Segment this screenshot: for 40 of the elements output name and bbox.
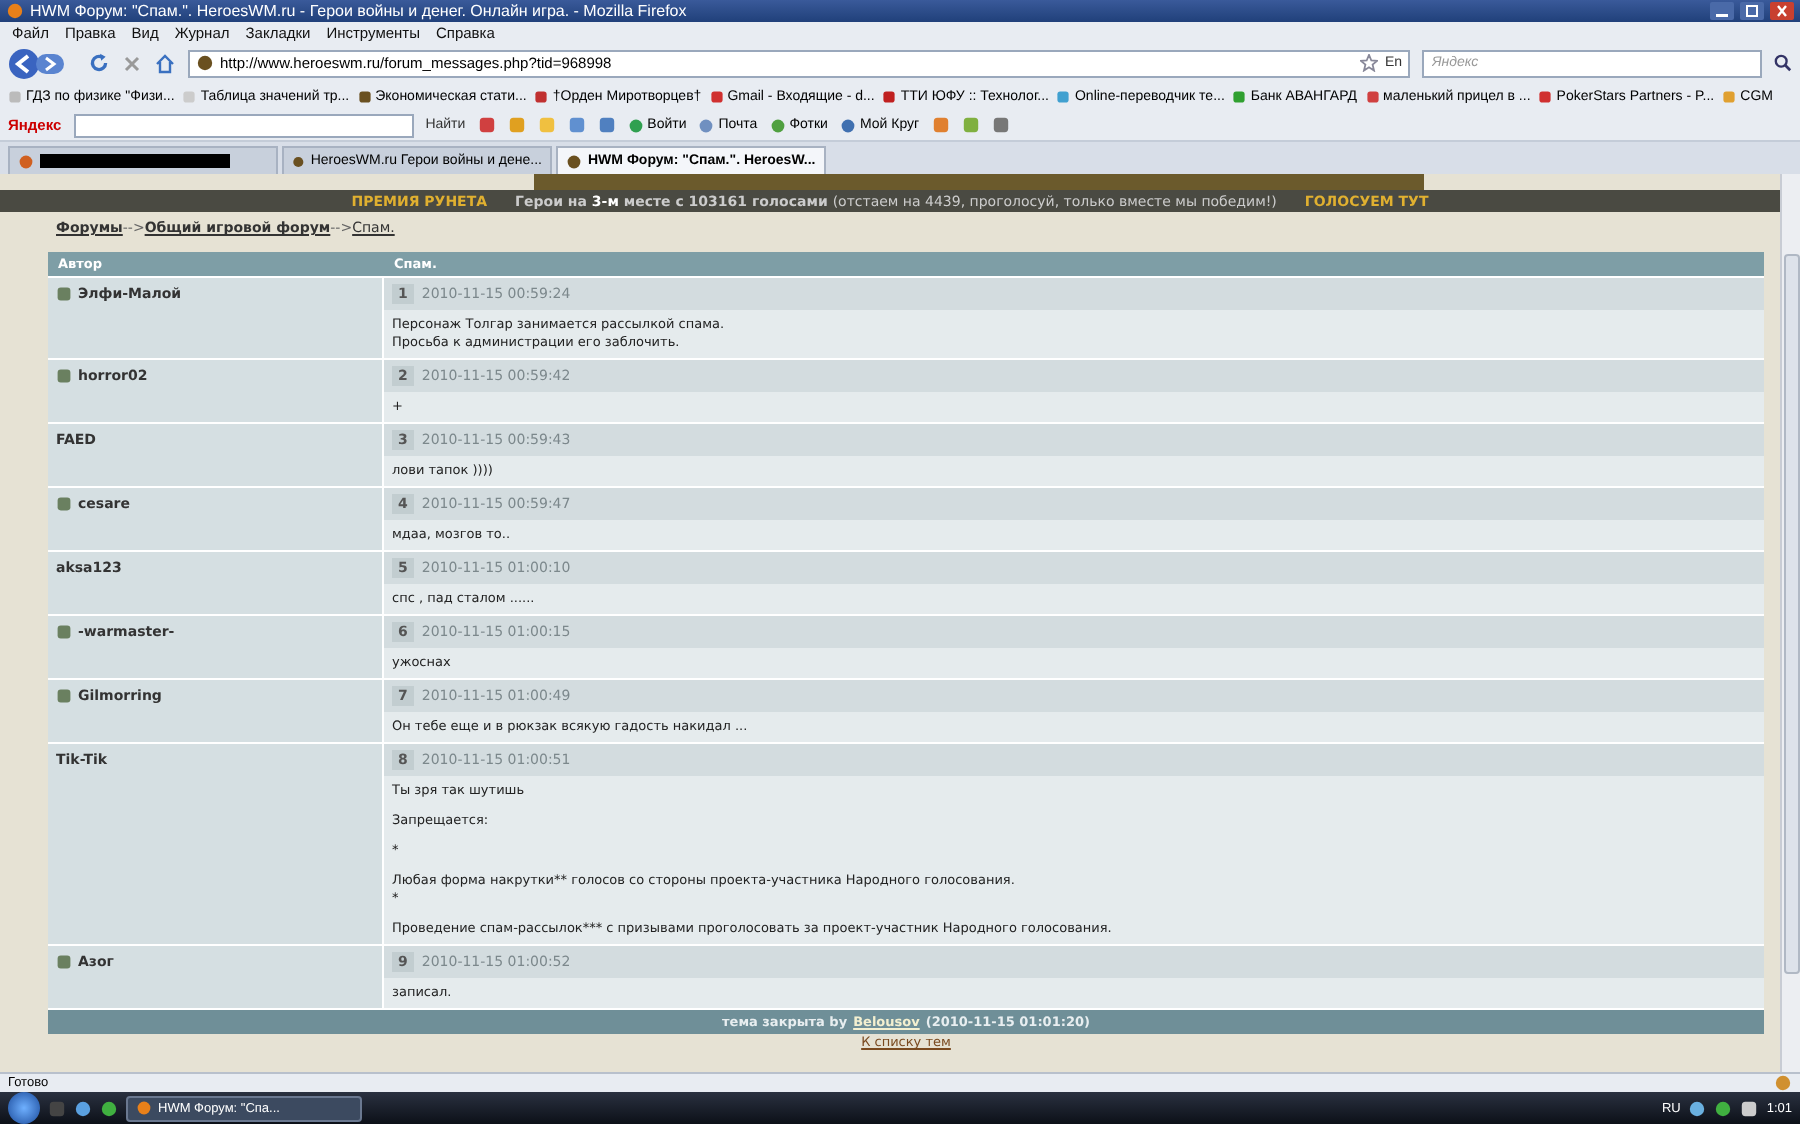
bookmark-icon — [534, 89, 549, 103]
bookmark-icon — [8, 89, 22, 103]
favicon-icon — [292, 153, 305, 169]
clan-icon — [56, 286, 72, 302]
clan-icon — [56, 688, 72, 704]
scrollbar[interactable] — [1780, 174, 1800, 1072]
service-icon — [839, 117, 856, 133]
maximize-icon[interactable] — [1740, 2, 1764, 20]
favicon-icon — [18, 153, 34, 169]
bookmark-icon — [1056, 89, 1071, 103]
stop-icon[interactable] — [122, 53, 142, 73]
bookmark-icon — [1365, 89, 1380, 103]
bookmark-icon — [882, 89, 897, 103]
search-icon[interactable] — [1774, 54, 1792, 72]
browser-tab[interactable] — [8, 146, 278, 174]
service-icon — [769, 117, 786, 133]
bookmark-icon — [357, 89, 372, 103]
bookmark-icon — [182, 89, 197, 103]
bookmark-icon — [1722, 89, 1737, 103]
addon-icon[interactable] — [1774, 1074, 1792, 1092]
service-icon — [627, 117, 644, 133]
site-icon — [196, 54, 214, 72]
bookmark-icon — [1538, 89, 1553, 103]
start-button[interactable] — [8, 1092, 40, 1124]
yandex-search-field[interactable] — [73, 113, 414, 137]
clan-icon — [56, 368, 72, 384]
star-icon[interactable] — [1360, 54, 1379, 72]
window-title: HWM Форум: "Спам.". HeroesWM.ru - Герои войны и денег. Онлайн игра. - Mozilla Firefox — [30, 2, 689, 20]
reload-icon[interactable] — [88, 52, 110, 74]
home-icon[interactable] — [154, 53, 176, 73]
favicon-icon — [566, 153, 582, 169]
bookmark-icon — [1232, 89, 1247, 103]
clan-icon — [56, 496, 72, 512]
close-icon[interactable] — [1770, 2, 1794, 20]
scrollbar-thumb[interactable] — [1783, 254, 1799, 974]
minimize-icon[interactable] — [1710, 2, 1734, 20]
service-icon — [698, 117, 715, 133]
clan-icon — [56, 624, 72, 640]
clan-icon — [56, 954, 72, 970]
bookmark-icon — [709, 89, 724, 103]
